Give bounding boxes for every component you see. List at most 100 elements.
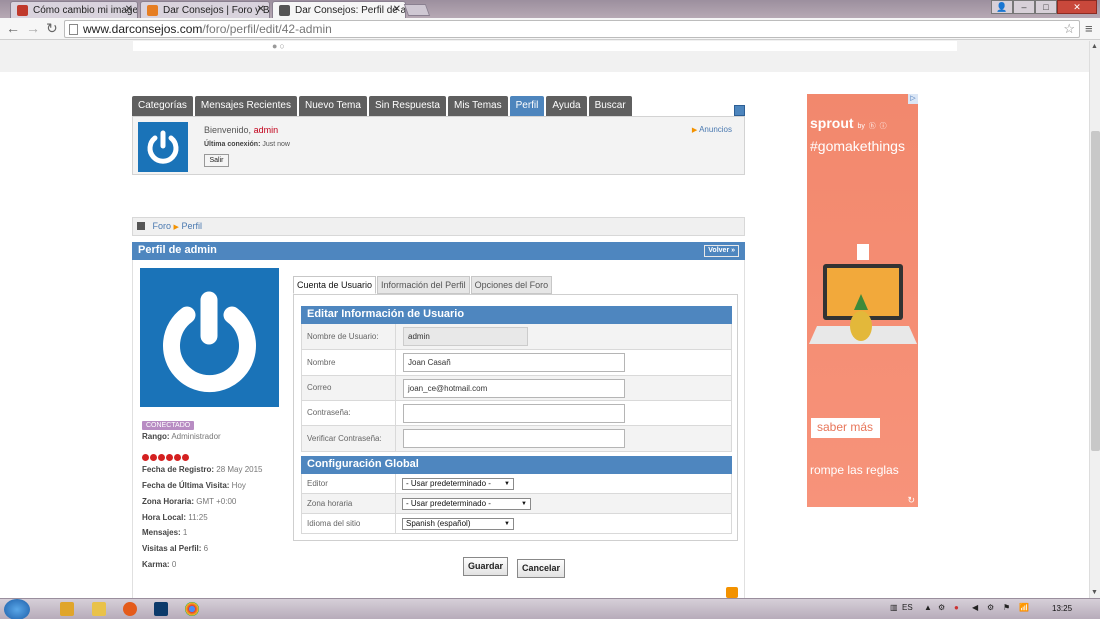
tab-cuenta-usuario[interactable]: Cuenta de Usuario	[293, 276, 377, 294]
firefox-icon[interactable]	[123, 602, 137, 616]
username-field: admin	[403, 327, 528, 346]
flag-icon[interactable]: ⚑	[1003, 603, 1010, 612]
tab-informacion-perfil[interactable]: Información del Perfil	[377, 276, 470, 294]
bookmark-star-icon[interactable]: ☆	[1063, 21, 1075, 37]
avatar-small[interactable]	[138, 122, 188, 172]
user-icon[interactable]: 👤	[991, 0, 1013, 14]
back-button[interactable]: Volver »	[704, 245, 739, 257]
nav-tab-perfil[interactable]: Perfil	[509, 96, 545, 116]
nav-tab-nuevo-tema[interactable]: Nuevo Tema	[298, 96, 367, 116]
keyboard-icon[interactable]: ▥	[890, 603, 898, 612]
browser-tab-1[interactable]: Cómo cambio mi imagen ✕	[10, 1, 138, 18]
rank-stars	[142, 454, 190, 461]
info-zona-horaria: Zona Horaria: GMT +0:00	[142, 497, 237, 506]
nav-tab-sin-respuesta[interactable]: Sin Respuesta	[368, 96, 446, 116]
chevron-down-icon: ▼	[504, 481, 510, 487]
tab-opciones-foro[interactable]: Opciones del Foro	[470, 276, 553, 294]
last-connection: Última conexión: Just now	[204, 141, 290, 148]
timezone-select[interactable]: - Usar predeterminado - ▼	[402, 498, 531, 510]
breadcrumb-perfil[interactable]: Perfil	[181, 221, 202, 231]
new-tab-button[interactable]	[403, 4, 431, 16]
tab-title: Dar Consejos: Perfil de ad	[295, 5, 406, 16]
maximize-button[interactable]: □	[1035, 0, 1057, 14]
start-button[interactable]	[4, 599, 30, 619]
page-scrollbar[interactable]: ▲ ▼	[1089, 41, 1100, 598]
row-username: Nombre de Usuario: admin	[301, 324, 732, 350]
power-logo-icon	[147, 130, 179, 164]
ad-replay-icon[interactable]: ↻	[907, 495, 915, 506]
ad-tagline: #gomakethings	[810, 138, 905, 154]
browser-toolbar: ← → ↻ www.darconsejos.com/foro/perfil/ed…	[0, 18, 1100, 40]
verify-password-field[interactable]	[403, 429, 625, 448]
save-button[interactable]: Guardar	[463, 557, 509, 576]
row-nombre: Nombre Joan Casañ	[301, 350, 732, 376]
browser-tab-strip: Cómo cambio mi imagen ✕ Dar Consejos | F…	[0, 0, 1100, 18]
chrome-icon[interactable]	[185, 602, 199, 616]
logout-button[interactable]: Salir	[204, 154, 229, 167]
tab-title: Dar Consejos | Foro y Blog	[163, 5, 270, 16]
close-tab-icon[interactable]: ✕	[393, 4, 401, 15]
taskbar-clock[interactable]: 13:25	[1052, 604, 1072, 613]
close-tab-icon[interactable]: ✕	[257, 4, 265, 15]
rss-icon[interactable]	[726, 587, 738, 598]
cancel-button[interactable]: Cancelar	[517, 559, 566, 578]
info-fecha-registro: Fecha de Registro: 28 May 2015	[142, 465, 263, 474]
nav-tab-buscar[interactable]: Buscar	[588, 96, 632, 116]
browser-tab-2[interactable]: Dar Consejos | Foro y Blog ✕	[140, 1, 270, 18]
tray-app-icon[interactable]: ⚙	[938, 603, 945, 612]
nav-tab-categorias[interactable]: Categorías	[132, 96, 193, 116]
collapse-toggle-icon[interactable]	[734, 105, 745, 116]
forum-nav: Categorías Mensajes Recientes Nuevo Tema…	[132, 96, 745, 116]
tab-favicon-icon	[279, 5, 290, 16]
scrollbar-thumb[interactable]	[1091, 131, 1100, 451]
rank-star-icon	[150, 454, 157, 461]
reload-icon[interactable]: ↻	[46, 21, 58, 35]
ad-cta-button[interactable]: saber más	[811, 418, 880, 438]
language-indicator[interactable]: ES	[902, 603, 913, 612]
file-explorer-icon[interactable]	[92, 602, 106, 616]
row-zona-horaria: Zona horaria - Usar predeterminado - ▼	[301, 494, 732, 514]
back-arrow-icon[interactable]: ←	[6, 21, 20, 35]
page-title: Perfil de admin	[138, 244, 217, 256]
antivirus-icon[interactable]: ●	[954, 603, 959, 612]
close-tab-icon[interactable]: ✕	[125, 4, 133, 15]
minimize-button[interactable]: –	[1013, 0, 1035, 14]
forward-arrow-icon[interactable]: →	[26, 21, 40, 35]
chrome-menu-icon[interactable]: ≡	[1085, 21, 1093, 36]
nav-tab-mensajes-recientes[interactable]: Mensajes Recientes	[194, 96, 297, 116]
language-select[interactable]: Spanish (español) ▼	[402, 518, 514, 530]
password-field[interactable]	[403, 404, 625, 423]
chevron-down-icon: ▼	[521, 501, 527, 507]
slider-dots[interactable]: ●○	[272, 41, 287, 51]
breadcrumb-foro[interactable]: Foro	[153, 221, 172, 231]
section-configuracion-global: Configuración Global	[301, 456, 732, 474]
scroll-down-icon[interactable]: ▼	[1091, 589, 1098, 596]
adchoices-icon[interactable]: ▷	[908, 94, 918, 104]
nav-tab-mis-temas[interactable]: Mis Temas	[447, 96, 508, 116]
browser-tab-active[interactable]: Dar Consejos: Perfil de ad ✕	[272, 1, 406, 18]
home-square-icon	[137, 222, 145, 230]
rank-star-icon	[158, 454, 165, 461]
network-icon[interactable]: ⚙	[987, 603, 994, 612]
photoshop-icon[interactable]	[154, 602, 168, 616]
advertisement[interactable]: ▷ sprout by ⓗ ⓘ #gomakethings saber más …	[807, 94, 918, 507]
close-window-button[interactable]: ✕	[1057, 0, 1097, 14]
welcome-username[interactable]: admin	[254, 125, 279, 135]
signal-icon[interactable]: 📶	[1019, 603, 1029, 612]
media-player-icon[interactable]	[60, 602, 74, 616]
editor-select[interactable]: - Usar predeterminado - ▼	[402, 478, 514, 490]
show-hidden-icons[interactable]: ▲	[924, 603, 932, 612]
edit-form: Editar Información de Usuario Nombre de …	[293, 294, 738, 541]
announcements-link[interactable]: ▶ Anuncios	[692, 125, 732, 134]
email-field[interactable]: joan_ce@hotmail.com	[403, 379, 625, 398]
nav-tab-ayuda[interactable]: Ayuda	[546, 96, 587, 116]
info-ultima-visita: Fecha de Última Visita: Hoy	[142, 481, 246, 490]
info-hora-local: Hora Local: 11:25	[142, 513, 208, 522]
name-field[interactable]: Joan Casañ	[403, 353, 625, 372]
volume-icon[interactable]: ◀	[972, 603, 978, 612]
page-viewport: ●○ Categorías Mensajes Recientes Nuevo T…	[0, 41, 1089, 598]
profile-header: Perfil de admin Volver »	[132, 242, 745, 260]
address-bar[interactable]: www.darconsejos.com/foro/perfil/edit/42-…	[64, 20, 1080, 38]
row-editor: Editor - Usar predeterminado - ▼	[301, 474, 732, 494]
scroll-up-icon[interactable]: ▲	[1091, 43, 1098, 50]
